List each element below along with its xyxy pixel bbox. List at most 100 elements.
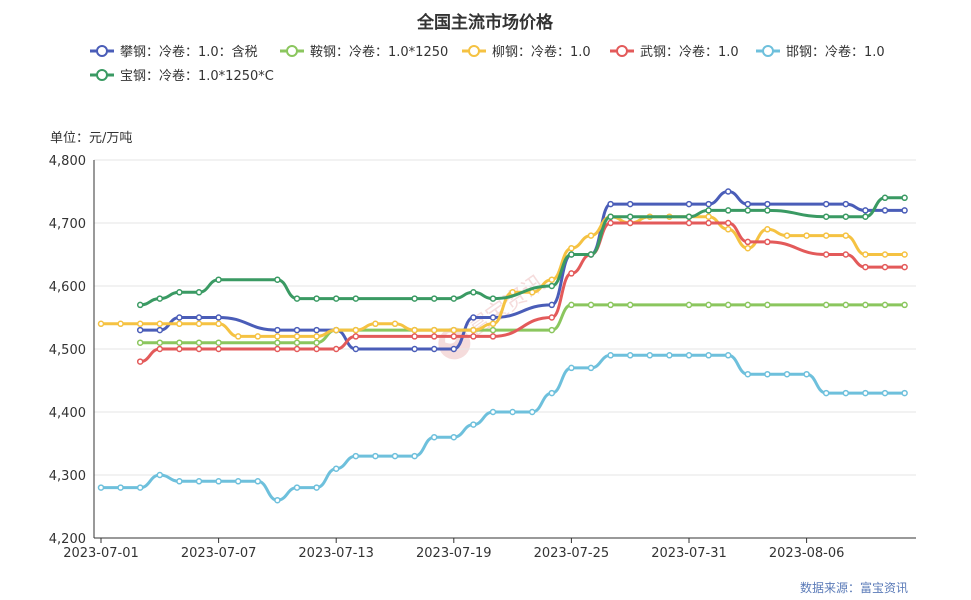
data-point[interactable] <box>176 339 183 346</box>
data-point[interactable] <box>176 320 183 328</box>
data-point[interactable] <box>862 301 869 309</box>
data-point[interactable] <box>195 345 203 353</box>
data-point[interactable] <box>293 295 301 302</box>
data-point[interactable] <box>450 345 458 353</box>
data-point[interactable] <box>724 188 732 195</box>
data-point[interactable] <box>822 213 830 220</box>
data-point[interactable] <box>705 200 712 208</box>
data-point[interactable] <box>783 232 791 239</box>
data-point[interactable] <box>411 295 418 302</box>
data-point[interactable] <box>332 345 340 353</box>
data-point[interactable] <box>901 207 908 214</box>
data-point[interactable] <box>862 389 869 397</box>
data-point[interactable] <box>156 320 164 328</box>
data-point[interactable] <box>156 295 164 302</box>
data-point[interactable] <box>430 345 438 353</box>
data-point[interactable] <box>881 207 889 214</box>
data-point[interactable] <box>822 389 830 397</box>
data-point[interactable] <box>352 452 360 460</box>
data-point[interactable] <box>568 244 575 252</box>
data-point[interactable] <box>136 339 144 346</box>
data-point[interactable] <box>176 314 183 321</box>
legend-item[interactable]: 鞍钢：冷卷：1.0*1250 <box>280 44 448 60</box>
data-point[interactable] <box>764 226 771 233</box>
data-point[interactable] <box>842 213 850 220</box>
data-point[interactable] <box>313 345 320 353</box>
data-point[interactable] <box>901 301 908 309</box>
data-point[interactable] <box>901 251 908 258</box>
data-point[interactable] <box>862 251 869 258</box>
data-point[interactable] <box>548 282 556 290</box>
data-point[interactable] <box>587 364 595 372</box>
data-point[interactable] <box>470 326 477 334</box>
data-point[interactable] <box>901 389 908 397</box>
data-point[interactable] <box>705 301 712 309</box>
data-point[interactable] <box>352 295 360 302</box>
data-point[interactable] <box>646 352 654 359</box>
data-point[interactable] <box>411 333 418 340</box>
data-point[interactable] <box>274 496 281 504</box>
data-point[interactable] <box>803 232 810 239</box>
data-point[interactable] <box>489 320 497 328</box>
data-point[interactable] <box>332 295 340 302</box>
data-point[interactable] <box>724 219 732 227</box>
data-point[interactable] <box>117 484 124 491</box>
data-point[interactable] <box>352 326 360 334</box>
data-point[interactable] <box>136 326 144 334</box>
data-point[interactable] <box>391 452 399 460</box>
data-point[interactable] <box>822 251 830 258</box>
data-point[interactable] <box>881 389 889 397</box>
data-point[interactable] <box>705 207 712 214</box>
data-point[interactable] <box>685 219 693 227</box>
data-point[interactable] <box>293 326 301 334</box>
data-point[interactable] <box>724 301 732 309</box>
data-point[interactable] <box>195 314 203 321</box>
data-point[interactable] <box>901 263 908 271</box>
data-point[interactable] <box>430 433 438 441</box>
data-point[interactable] <box>411 345 418 353</box>
data-point[interactable] <box>822 301 830 309</box>
data-point[interactable] <box>254 478 262 485</box>
data-point[interactable] <box>587 301 595 309</box>
data-point[interactable] <box>509 408 516 416</box>
data-point[interactable] <box>862 207 869 214</box>
data-point[interactable] <box>470 333 477 340</box>
data-point[interactable] <box>352 333 360 340</box>
legend-item[interactable]: 邯钢：冷卷：1.0 <box>756 44 885 60</box>
legend-item[interactable]: 宝钢：冷卷：1.0*1250*C <box>90 68 274 84</box>
data-point[interactable] <box>195 320 203 328</box>
data-point[interactable] <box>195 478 203 485</box>
data-point[interactable] <box>117 320 124 328</box>
data-point[interactable] <box>313 339 320 346</box>
data-point[interactable] <box>548 326 556 334</box>
data-point[interactable] <box>685 200 693 208</box>
data-point[interactable] <box>215 276 222 283</box>
data-point[interactable] <box>607 352 614 359</box>
data-point[interactable] <box>862 213 869 220</box>
data-point[interactable] <box>724 226 732 233</box>
data-point[interactable] <box>156 471 164 479</box>
data-point[interactable] <box>822 232 830 239</box>
data-point[interactable] <box>156 339 164 346</box>
data-point[interactable] <box>195 339 203 346</box>
data-point[interactable] <box>744 244 752 252</box>
data-point[interactable] <box>313 326 320 334</box>
data-point[interactable] <box>313 484 320 491</box>
data-point[interactable] <box>822 200 830 208</box>
data-point[interactable] <box>744 238 752 246</box>
data-point[interactable] <box>97 320 105 328</box>
data-point[interactable] <box>136 301 144 309</box>
data-point[interactable] <box>744 370 752 378</box>
data-point[interactable] <box>136 358 144 365</box>
data-point[interactable] <box>626 213 634 220</box>
data-point[interactable] <box>391 320 399 328</box>
data-point[interactable] <box>764 238 771 246</box>
legend-item[interactable]: 攀钢：冷卷：1.0：含税 <box>90 44 258 60</box>
data-point[interactable] <box>470 314 477 321</box>
data-point[interactable] <box>234 333 242 340</box>
data-point[interactable] <box>881 263 889 271</box>
data-point[interactable] <box>626 200 634 208</box>
data-point[interactable] <box>607 219 614 227</box>
legend-item[interactable]: 柳钢：冷卷：1.0 <box>462 44 591 60</box>
data-point[interactable] <box>470 289 477 296</box>
